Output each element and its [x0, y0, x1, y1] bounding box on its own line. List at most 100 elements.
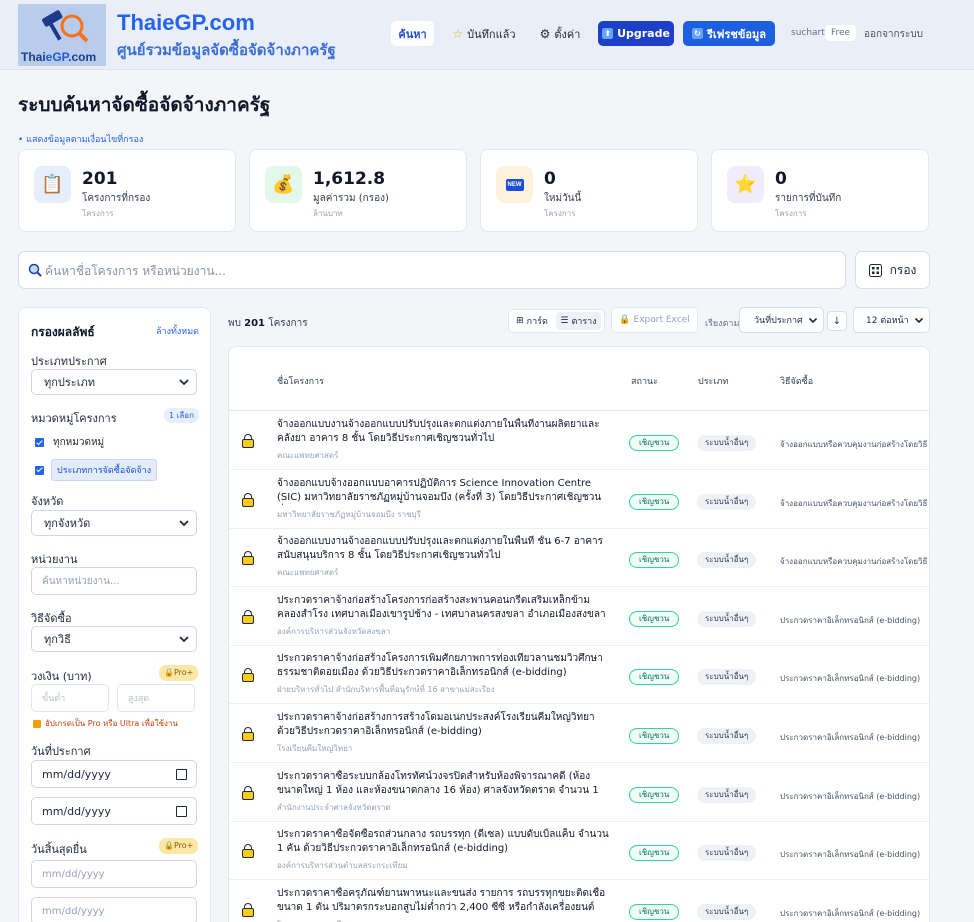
grid-icon: ⊞: [516, 316, 524, 326]
method-select[interactable]: ทุกวิธี: [31, 626, 197, 652]
type-badge: ระบบน้ำอื่นๆ: [697, 669, 757, 686]
stat-card-total-value: 💰 1,612.8 มูลค่ารวม (กรอง) ล้านบาท: [249, 149, 467, 232]
project-agency: มหาวิทยาลัยราชภัฏหมู่บ้านจอมบึง ราชบุรี: [277, 509, 421, 519]
lock-icon[interactable]: [242, 492, 254, 507]
stat-value: 1,612.8: [313, 169, 386, 189]
budget-max-input[interactable]: สูงสุด: [117, 684, 195, 712]
procurement-method: ประกวดราคาอิเล็กทรอนิกส์ (e-bidding): [780, 615, 921, 625]
column-header-method[interactable]: วิธีจัดซื้อ: [780, 374, 813, 388]
nav-settings-button[interactable]: ⚙ ตั้งค่า: [532, 21, 588, 46]
pro-badge: 🔒Pro+: [159, 665, 199, 681]
category-label: หมวดหมู่โครงการ: [31, 412, 117, 425]
project-title[interactable]: ประกวดราคาจ้างก่อสร้างโครงการเพิ่มศักยภา…: [277, 652, 609, 680]
logo[interactable]: ThaieGP.com: [18, 4, 106, 66]
project-title[interactable]: ประกวดราคาจ้างก่อสร้างโครงการก่อสร้างสะพ…: [277, 594, 609, 622]
status-badge: เชิญชวน: [629, 493, 680, 510]
project-title[interactable]: จ้างออกแบบจ้างออกแบบอาคารปฏิบัติการ Scie…: [277, 477, 609, 505]
view-toggle: ⊞ การ์ด ☰ ตาราง: [508, 309, 605, 333]
project-agency: คณะแพทยศาสตร์: [277, 568, 339, 578]
column-header-status[interactable]: สถานะ: [631, 374, 658, 388]
stat-label: มูลค่ารวม (กรอง): [313, 193, 389, 204]
announce-date-from-input[interactable]: mm/dd/yyyy: [31, 760, 197, 788]
lock-icon[interactable]: [242, 727, 254, 741]
column-header-name[interactable]: ชื่อโครงการ: [277, 374, 324, 388]
deadline-to-input[interactable]: mm/dd/yyyy: [31, 897, 197, 922]
filter-button[interactable]: กรอง: [855, 251, 930, 289]
table-row[interactable]: ประกวดราคาจ้างก่อสร้างโครงการเพิ่มศักยภา…: [229, 645, 929, 705]
money-bag-icon: 💰: [265, 166, 302, 203]
upgrade-icon: ⬆: [602, 28, 614, 39]
deadline-from-input[interactable]: mm/dd/yyyy: [31, 860, 197, 888]
lock-icon[interactable]: [242, 434, 254, 448]
nav-search-button[interactable]: ค้นหา: [391, 21, 434, 46]
lock-icon[interactable]: [242, 902, 254, 917]
procurement-method: ประกวดราคาอิเล็กทรอนิกส์ (e-bidding): [780, 850, 921, 860]
type-badge: ระบบน้ำอื่นๆ: [697, 435, 757, 451]
lock-icon[interactable]: [242, 551, 254, 566]
table-row[interactable]: ประกวดราคาจ้างก่อสร้างการสร้างโดมอเนกประ…: [229, 704, 929, 763]
logout-link[interactable]: ออกจากระบบ: [864, 27, 923, 42]
budget-min-input[interactable]: ขั้นต่ำ: [31, 684, 109, 712]
project-title[interactable]: ประกวดราคาซื้อระบบกล้องโทรทัศน์วงจรปิดสำ…: [277, 770, 609, 798]
upgrade-note[interactable]: อัปเกรดเป็น Pro หรือ Ultra เพื่อใช้งาน: [33, 717, 178, 730]
project-title[interactable]: จ้างออกแบบงานจ้างออกแบบปรับปรุงและตกแต่ง…: [277, 535, 609, 563]
table-row[interactable]: ประกวดราคาซื้อระบบกล้องโทรทัศน์วงจรปิดสำ…: [229, 763, 929, 822]
checkbox-checked-icon: [35, 465, 44, 475]
sort-select[interactable]: วันที่ประกาศ: [739, 307, 824, 333]
chevron-down-icon: [179, 379, 189, 386]
calendar-icon[interactable]: [176, 769, 187, 780]
table-row[interactable]: ประกวดราคาซื้อจัดซื้อรถส่วนกลาง รถบรรทุก…: [229, 821, 929, 881]
result-count: พบ 201 โครงการ: [228, 318, 308, 329]
province-label: จังหวัด: [31, 495, 64, 508]
project-title[interactable]: ประกวดราคาซื้อจัดซื้อรถส่วนกลาง รถบรรทุก…: [277, 828, 609, 856]
upgrade-button[interactable]: ⬆ Upgrade: [598, 21, 674, 46]
project-title[interactable]: ประกวดราคาจ้างก่อสร้างการสร้างโดมอเนกประ…: [277, 711, 609, 739]
stat-label: รายการที่บันทึก: [775, 193, 842, 204]
refresh-data-button[interactable]: ↻ รีเฟรชข้อมูล: [683, 21, 775, 46]
category-selected-checkbox[interactable]: ประเภทการจัดซื้อจัดจ้าง: [35, 459, 158, 481]
lock-icon[interactable]: [242, 668, 254, 683]
agency-label: หน่วยงาน: [31, 553, 78, 566]
province-select[interactable]: ทุกจังหวัด: [31, 510, 197, 536]
sort-direction-button[interactable]: ↓: [827, 311, 847, 331]
table-row[interactable]: ประกวดราคาจ้างก่อสร้างโครงการก่อสร้างสะพ…: [229, 587, 929, 646]
per-page-select[interactable]: 12 ต่อหน้า: [853, 307, 930, 333]
lock-icon[interactable]: [242, 609, 254, 624]
table-row[interactable]: จ้างออกแบบจ้างออกแบบอาคารปฏิบัติการ Scie…: [229, 470, 929, 529]
view-table-button[interactable]: ☰ ตาราง: [556, 312, 601, 330]
category-all-checkbox[interactable]: ทุกหมวดหมู่: [35, 435, 104, 450]
nav-saved-button[interactable]: ☆ บันทึกแล้ว: [446, 21, 522, 46]
category-count-badge: 1 เลือก: [164, 408, 199, 423]
announce-type-select[interactable]: ทุกประเภท: [31, 369, 197, 395]
stat-unit: โครงการ: [775, 209, 807, 218]
column-header-type[interactable]: ประเภท: [698, 374, 728, 388]
brand-title[interactable]: ThaieGP.com: [117, 10, 255, 36]
brand-subtitle: ศูนย์รวมข้อมูลจัดซื้อจัดจ้างภาครัฐ: [117, 41, 336, 59]
stat-unit: โครงการ: [82, 209, 114, 218]
stat-value: 201: [82, 169, 118, 189]
agency-input[interactable]: ค้นหาหน่วยงาน...: [31, 567, 197, 595]
page-title: ระบบค้นหาจัดซื้อจัดจ้างภาครัฐ: [18, 94, 271, 116]
lock-icon[interactable]: [242, 844, 254, 859]
project-title[interactable]: จ้างออกแบบงานจ้างออกแบบปรับปรุงและตกแต่ง…: [277, 418, 609, 446]
table-row[interactable]: จ้างออกแบบงานจ้างออกแบบปรับปรุงและตกแต่ง…: [229, 411, 929, 470]
stat-card-new-today: NEW 0 ใหม่วันนี้ โครงการ: [480, 149, 698, 232]
search-input[interactable]: [45, 260, 825, 282]
project-agency: คณะแพทยศาสตร์: [277, 451, 339, 460]
clear-all-link[interactable]: ล้างทั้งหมด: [156, 324, 199, 338]
announce-date-to-input[interactable]: mm/dd/yyyy: [31, 797, 197, 825]
view-card-button[interactable]: ⊞ การ์ด: [511, 312, 553, 330]
export-excel-button[interactable]: 🔒 Export Excel: [611, 307, 698, 333]
table-row[interactable]: ประกวดราคาซื้อครุภัณฑ์ยานพาหนะและขนส่ง ร…: [229, 880, 929, 922]
star-icon: ☆: [452, 26, 464, 41]
table-row[interactable]: จ้างออกแบบงานจ้างออกแบบปรับปรุงและตกแต่ง…: [229, 528, 929, 588]
search-bar: [18, 251, 846, 289]
procurement-method: จ้างออกแบบหรือควบคุมงานก่อสร้างโดยวิธี: [780, 498, 928, 508]
lock-icon[interactable]: [242, 785, 254, 800]
project-title[interactable]: ประกวดราคาซื้อครุภัณฑ์ยานพาหนะและขนส่ง ร…: [277, 887, 609, 915]
project-agency: สำนักงานประจำศาลจังหวัดตราด: [277, 802, 391, 812]
chevron-down-icon: [914, 317, 924, 324]
filter-note: • แสดงข้อมูลตามเงื่อนไขที่กรอง: [18, 135, 144, 145]
calendar-icon[interactable]: [176, 806, 187, 817]
stat-label: โครงการที่กรอง: [82, 193, 151, 204]
